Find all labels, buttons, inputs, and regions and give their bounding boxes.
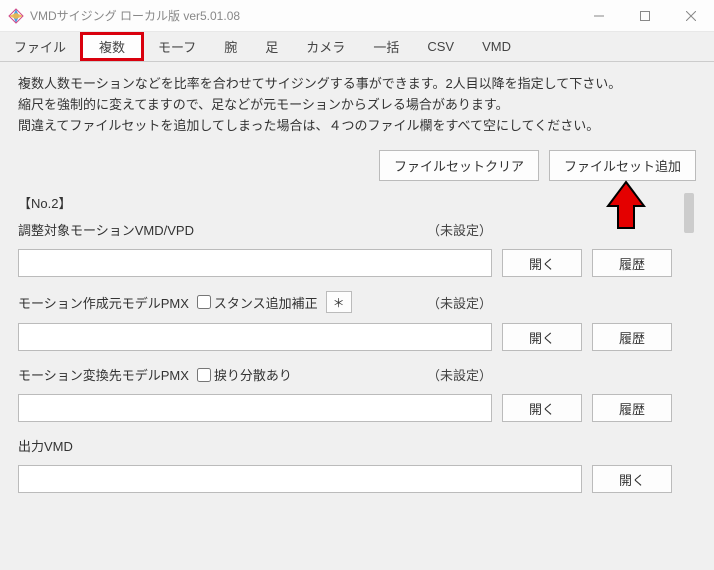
twist-dispersion-input[interactable] [197, 368, 211, 382]
field-label: モーション変換先モデルPMX [18, 365, 189, 384]
field-target-model: モーション変換先モデルPMX 捩り分散あり （未設定） 開く 履歴 [18, 365, 672, 422]
fileset-clear-button[interactable]: ファイルセットクリア [379, 150, 539, 181]
target-model-input[interactable] [18, 394, 492, 422]
tab-leg[interactable]: 足 [251, 32, 292, 61]
app-icon [8, 8, 24, 24]
history-button[interactable]: 履歴 [592, 249, 672, 277]
content-area: 複数人数モーションなどを比率を合わせてサイジングする事ができます。2人目以降を指… [0, 62, 714, 519]
target-motion-input[interactable] [18, 249, 492, 277]
fileset-section: 【No.2】 調整対象モーションVMD/VPD （未設定） 開く 履歴 モーショ… [18, 193, 676, 507]
fileset-add-button[interactable]: ファイルセット追加 [549, 150, 696, 181]
tab-multi[interactable]: 複数 [80, 32, 144, 61]
intro-line: 複数人数モーションなどを比率を合わせてサイジングする事ができます。2人目以降を指… [18, 74, 696, 95]
tab-vmd[interactable]: VMD [468, 32, 525, 61]
tab-morph[interactable]: モーフ [144, 32, 210, 61]
open-button[interactable]: 開く [592, 465, 672, 493]
window-title: VMDサイジング ローカル版 ver5.01.08 [30, 7, 576, 24]
scrollbar[interactable] [682, 193, 696, 507]
output-vmd-input[interactable] [18, 465, 582, 493]
section-title: 【No.2】 [18, 193, 672, 212]
star-button[interactable]: ＊ [326, 291, 352, 313]
field-target-motion: 調整対象モーションVMD/VPD （未設定） 開く 履歴 [18, 220, 672, 277]
stance-correction-checkbox[interactable]: スタンス追加補正 [197, 293, 318, 312]
close-button[interactable] [668, 0, 714, 32]
window-controls [576, 0, 714, 32]
fileset-buttons: ファイルセットクリア ファイルセット追加 [18, 150, 696, 181]
open-button[interactable]: 開く [502, 249, 582, 277]
checkbox-label: 捩り分散あり [214, 365, 292, 384]
field-output-vmd: 出力VMD 開く [18, 436, 672, 493]
checkbox-label: スタンス追加補正 [214, 293, 318, 312]
field-label: モーション作成元モデルPMX [18, 293, 189, 312]
source-model-input[interactable] [18, 323, 492, 351]
tab-bar: ファイル 複数 モーフ 腕 足 カメラ 一括 CSV VMD [0, 32, 714, 62]
field-label: 出力VMD [18, 436, 73, 455]
history-button[interactable]: 履歴 [592, 394, 672, 422]
titlebar: VMDサイジング ローカル版 ver5.01.08 [0, 0, 714, 32]
twist-dispersion-checkbox[interactable]: 捩り分散あり [197, 365, 292, 384]
field-label: 調整対象モーションVMD/VPD [18, 220, 194, 239]
stance-correction-input[interactable] [197, 295, 211, 309]
open-button[interactable]: 開く [502, 323, 582, 351]
tab-batch[interactable]: 一括 [359, 32, 413, 61]
field-status: （未設定） [427, 365, 492, 384]
tab-csv[interactable]: CSV [413, 32, 468, 61]
field-status: （未設定） [427, 293, 492, 312]
field-source-model: モーション作成元モデルPMX スタンス追加補正 ＊ （未設定） 開く 履歴 [18, 291, 672, 351]
history-button[interactable]: 履歴 [592, 323, 672, 351]
open-button[interactable]: 開く [502, 394, 582, 422]
tab-arm[interactable]: 腕 [210, 32, 251, 61]
intro-line: 間違えてファイルセットを追加してしまった場合は、４つのファイル欄をすべて空にして… [18, 116, 696, 137]
intro-text: 複数人数モーションなどを比率を合わせてサイジングする事ができます。2人目以降を指… [18, 74, 696, 136]
maximize-button[interactable] [622, 0, 668, 32]
scrollbar-thumb[interactable] [684, 193, 694, 233]
field-status: （未設定） [427, 220, 492, 239]
minimize-button[interactable] [576, 0, 622, 32]
intro-line: 縮尺を強制的に変えてますので、足などが元モーションからズレる場合があります。 [18, 95, 696, 116]
tab-camera[interactable]: カメラ [292, 32, 359, 61]
tab-file[interactable]: ファイル [0, 32, 80, 61]
